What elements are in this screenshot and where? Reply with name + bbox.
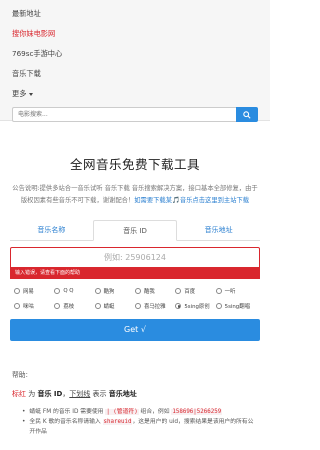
radio-label: Q Q [63,288,74,294]
page-title: 全网音乐免费下载工具 [69,157,200,172]
radio-ximalaya[interactable]: 喜马拉雅 [134,302,175,310]
search-icon [243,110,251,119]
help-bold-url: 音乐地址 [108,390,137,398]
nav-item-movie-site[interactable]: 搜你妹电影网 [12,24,258,44]
radio-label: 网易 [23,289,34,295]
help-bullet: • 全民 K 歌的音乐名称请输入 shareuid，这是用户的 uid，搜索结果是… [22,417,258,437]
code-shareuid: shareuid [102,419,133,425]
radio-qingting[interactable]: 蜻蜓 [94,302,135,310]
error-message: 输入错误，请查看下面的帮助 [10,268,260,279]
help-underline-term: 下划线 [69,390,91,398]
search-button[interactable] [236,107,258,122]
bullet-text-part: 组合，例如 [138,409,172,415]
nav-more-dropdown[interactable]: 更多 [12,84,258,104]
help-bold-id: 音乐 ID [37,390,63,398]
code-example: 158696|5266259 [171,409,223,415]
nav-item-latest[interactable]: 最新地址 [12,4,258,24]
help-section: 帮助: 标红 为 音乐 ID，下划线 表示 音乐地址 • 蜻蜓 FM 的音乐 ID… [0,369,270,437]
radio-label: 5sing原创 [184,304,210,310]
radio-label: 百度 [184,289,196,295]
radio-netease[interactable]: 网易 [14,287,54,295]
radio-circle-icon [175,303,182,309]
radio-label: 蜻蜓 [103,304,115,310]
radio-yiting[interactable]: 一听 [215,287,256,295]
radio-label: 喜马拉雅 [143,304,166,310]
radio-circle-icon [14,303,20,309]
radio-circle-icon [134,303,141,309]
help-red-term: 标红 [12,390,26,398]
help-legend: 标红 为 音乐 ID，下划线 表示 音乐地址 [12,389,258,399]
nav-item-game-center[interactable]: 769sc手游中心 [12,44,258,64]
code-pipe: | (管道符) [105,409,139,415]
radio-label: 一听 [224,289,236,295]
radio-label: 酷我 [143,289,155,295]
bullet-text-part: 蜻蜓 FM 的音乐 ID 需要使用 [29,409,106,415]
movie-search-input[interactable] [12,107,236,122]
radio-circle-icon [54,288,61,294]
help-text: 表示 [90,390,109,398]
bullet-dot-icon: • [22,409,26,415]
help-title: 帮助: [12,371,28,379]
radio-circle-icon [175,288,182,294]
bullet-text-part: 全民 K 歌的音乐名称请输入 [29,419,103,425]
tab-song-id[interactable]: 音乐 ID [92,220,178,241]
caret-down-icon [29,92,34,96]
top-nav: 最新地址 搜你妹电影网 769sc手游中心 音乐下载 更多 [0,0,270,122]
radio-label: 咪咕 [23,304,34,310]
radio-circle-icon [54,303,61,309]
get-button[interactable]: Get √ [10,319,260,341]
help-bullet: • 蜻蜓 FM 的音乐 ID 需要使用 | (管道符) 组合，例如 158696|… [22,407,258,417]
radio-5sing-cover[interactable]: 5sing翻唱 [215,302,256,310]
help-text: 为 [26,390,38,398]
help-bullets: • 蜻蜓 FM 的音乐 ID 需要使用 | (管道符) 组合，例如 158696|… [12,407,258,437]
bullet-text: 全民 K 歌的音乐名称请输入 shareuid，这是用户的 uid，搜索结果是该… [29,417,258,437]
nav-search [12,107,258,122]
radio-circle-icon [94,288,101,294]
nav-item-music-download[interactable]: 音乐下载 [12,64,258,84]
radio-label: 5sing翻唱 [224,304,251,310]
tab-song-url[interactable]: 音乐地址 [177,220,260,240]
radio-kuwo[interactable]: 酷我 [134,287,175,295]
source-radio-group: 网易 Q Q 酷狗 酷我 百度 一听 咪咕 荔枝 蜻蜓 喜马拉雅 5sing原创… [14,287,256,310]
radio-circle-icon [215,288,222,294]
radio-label: 酷狗 [103,289,115,295]
radio-lizhi[interactable]: 荔枝 [54,302,94,310]
radio-circle-icon [134,288,141,294]
nav-more-label: 更多 [12,89,27,98]
search-mode-tabs: 音乐名称 音乐 ID 音乐地址 [10,220,260,241]
notice: 公告说明:提供多站合一音乐试听 音乐下载 音乐搜索解决方案，接口基本全部修复，由… [0,183,270,206]
bullet-text: 蜻蜓 FM 的音乐 ID 需要使用 | (管道符) 组合，例如 158696|5… [29,407,223,417]
input-wrap: 例如: 25906124 输入错误，请查看下面的帮助 [10,247,260,279]
radio-circle-icon [94,303,101,309]
song-id-input[interactable]: 例如: 25906124 [10,247,260,268]
radio-circle-icon [215,303,222,309]
bullet-dot-icon: • [22,419,26,425]
radio-5sing-original[interactable]: 5sing原创 [175,302,215,310]
radio-qq[interactable]: Q Q [54,287,94,295]
radio-kugou[interactable]: 酷狗 [94,287,135,295]
radio-circle-icon [14,288,20,294]
notice-link[interactable]: 如需要下载某🎵音乐点击这里到主站下载 [134,197,249,204]
radio-baidu[interactable]: 百度 [175,287,215,295]
tab-song-name[interactable]: 音乐名称 [10,220,93,240]
radio-label: 荔枝 [63,304,75,310]
radio-migu[interactable]: 咪咕 [14,302,54,310]
